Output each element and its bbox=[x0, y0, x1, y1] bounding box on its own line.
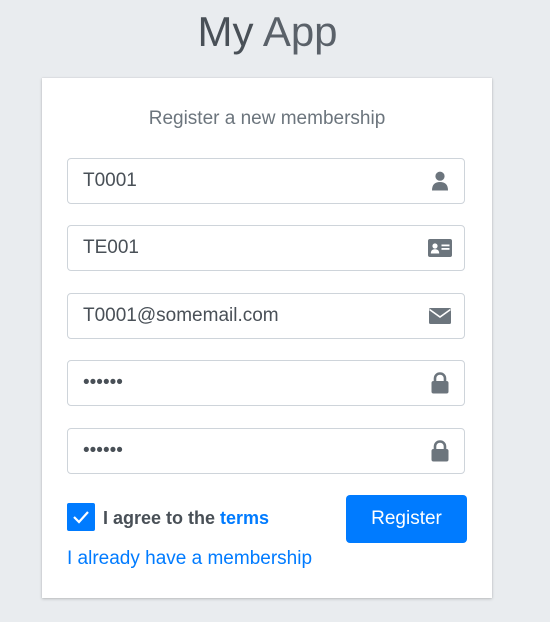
password-input[interactable] bbox=[68, 361, 408, 405]
password-confirm-input-group bbox=[67, 428, 465, 474]
lock-icon bbox=[428, 372, 452, 394]
agree-label-text: I agree to the bbox=[103, 508, 216, 528]
user-icon bbox=[428, 170, 452, 192]
id-card-icon bbox=[428, 237, 452, 259]
envelope-icon bbox=[428, 305, 452, 327]
app-title-light: App bbox=[262, 8, 338, 55]
terms-link[interactable]: terms bbox=[220, 508, 269, 528]
email-input-group bbox=[67, 293, 465, 339]
password-input-group bbox=[67, 360, 465, 406]
checkmark-icon bbox=[73, 511, 89, 524]
register-button[interactable]: Register bbox=[346, 495, 467, 543]
app-title-bold: My bbox=[197, 8, 254, 55]
username-input-group bbox=[67, 158, 465, 204]
already-member-link[interactable]: I already have a membership bbox=[67, 546, 312, 572]
lock-icon bbox=[428, 440, 452, 462]
app-logo: My App bbox=[0, 6, 535, 58]
email-input[interactable] bbox=[68, 294, 408, 338]
password-confirm-input[interactable] bbox=[68, 429, 408, 473]
agree-label: I agree to the terms bbox=[103, 506, 269, 530]
username-input[interactable] bbox=[68, 159, 408, 203]
register-card: Register a new membership T0001 TE001 T0… bbox=[42, 78, 492, 598]
code-input-group bbox=[67, 225, 465, 271]
register-message: Register a new membership bbox=[148, 108, 386, 129]
agree-checkbox[interactable] bbox=[67, 503, 95, 531]
code-input[interactable] bbox=[68, 226, 408, 270]
